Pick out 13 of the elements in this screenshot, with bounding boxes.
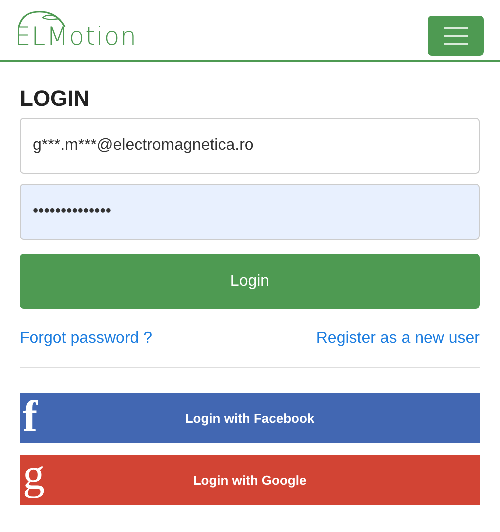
- login-button[interactable]: Login: [20, 254, 480, 310]
- google-icon: g: [23, 453, 45, 498]
- password-field[interactable]: ••••••••••••••: [20, 184, 480, 240]
- email-field[interactable]: g***.m***@electromagnetica.ro: [20, 118, 480, 174]
- logo-text[interactable]: ELMotion: [15, 24, 138, 49]
- facebook-login-button[interactable]: f Login with Facebook: [20, 393, 480, 444]
- google-login-button[interactable]: g Login with Google: [20, 455, 480, 506]
- menu-button[interactable]: [428, 16, 484, 56]
- facebook-icon: f: [23, 395, 38, 440]
- link[interactable]: Register as a new user: [316, 327, 480, 352]
- link[interactable]: Forgot password ?: [20, 327, 153, 352]
- menu-icon: [444, 27, 468, 45]
- page-title: LOGIN: [20, 86, 91, 112]
